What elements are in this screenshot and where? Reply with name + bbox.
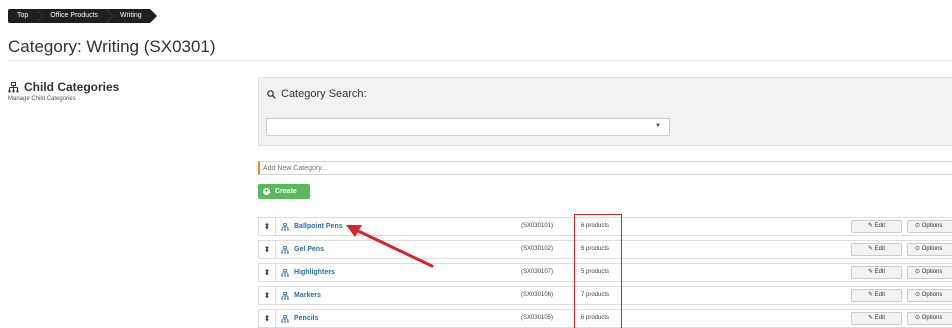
edit-button[interactable]: ✎ Edit xyxy=(851,289,902,302)
edit-button[interactable]: ✎ Edit xyxy=(851,243,902,256)
drag-handle-icon[interactable]: ⬍ xyxy=(259,310,276,327)
edit-button-label: Edit xyxy=(874,292,886,298)
options-icon: ⊙ xyxy=(915,292,921,298)
category-search-title: Category Search: xyxy=(281,88,367,100)
title-divider xyxy=(8,60,952,61)
options-icon: ⊙ xyxy=(915,223,921,229)
sitemap-icon xyxy=(281,245,289,254)
drag-handle-icon[interactable]: ⬍ xyxy=(259,264,276,281)
drag-handle-icon[interactable]: ⬍ xyxy=(259,218,276,235)
options-button[interactable]: ⊙ Options xyxy=(907,243,952,256)
sitemap-icon xyxy=(281,314,289,323)
category-name: Ballpoint Pens xyxy=(294,223,343,230)
category-link[interactable]: Ballpoint Pens xyxy=(281,218,343,235)
pencil-icon: ✎ xyxy=(867,315,873,321)
annotation-arrow-icon xyxy=(346,225,434,268)
options-button[interactable]: ⊙ Options xyxy=(907,289,952,302)
add-category-input[interactable] xyxy=(258,161,952,175)
category-link[interactable]: Highlighters xyxy=(281,264,335,281)
options-icon: ⊙ xyxy=(915,269,921,275)
options-icon: ⊙ xyxy=(915,246,921,252)
pencil-icon: ✎ xyxy=(867,292,873,298)
drag-handle-icon[interactable]: ⬍ xyxy=(259,241,276,258)
edit-button-label: Edit xyxy=(874,246,886,252)
sitemap-icon xyxy=(8,81,19,92)
options-button[interactable]: ⊙ Options xyxy=(907,220,952,233)
options-button[interactable]: ⊙ Options xyxy=(907,312,952,325)
child-categories-title: Child Categories xyxy=(24,80,120,94)
pencil-icon: ✎ xyxy=(867,246,873,252)
category-code: (SX030105) xyxy=(521,315,554,321)
options-button-label: Options xyxy=(921,292,943,298)
edit-button[interactable]: ✎ Edit xyxy=(851,220,902,233)
sitemap-icon xyxy=(281,291,289,300)
category-search-select[interactable]: ▼ xyxy=(266,118,670,136)
search-icon xyxy=(267,89,276,99)
category-code: (SX030101) xyxy=(521,223,554,229)
category-code: (SX030107) xyxy=(521,269,554,275)
plus-circle-icon: + xyxy=(263,188,270,195)
category-name: Pencils xyxy=(294,315,319,322)
category-code: (SX030102) xyxy=(521,246,554,252)
category-link[interactable]: Gel Pens xyxy=(281,241,324,258)
edit-button-label: Edit xyxy=(874,315,886,321)
breadcrumb-office-products[interactable]: Office Products xyxy=(36,9,113,23)
category-link[interactable]: Markers xyxy=(281,287,321,304)
create-button[interactable]: + Create xyxy=(258,184,310,199)
pencil-icon: ✎ xyxy=(867,269,873,275)
options-button-label: Options xyxy=(921,269,943,275)
edit-button[interactable]: ✎ Edit xyxy=(851,266,902,279)
options-button-label: Options xyxy=(921,246,943,252)
options-button[interactable]: ⊙ Options xyxy=(907,266,952,279)
options-button-label: Options xyxy=(921,315,943,321)
create-button-label: Create xyxy=(275,188,297,195)
child-categories-heading: Child Categories xyxy=(8,80,119,94)
child-categories-subtitle: Manage Child Categories xyxy=(8,96,76,102)
product-count-highlight xyxy=(574,214,622,328)
category-name: Highlighters xyxy=(294,269,335,276)
edit-button-label: Edit xyxy=(874,223,886,229)
page-title: Category: Writing (SX0301) xyxy=(8,37,216,56)
breadcrumb: Top Office Products Writing xyxy=(8,9,157,23)
caret-down-icon: ▼ xyxy=(655,123,661,129)
sitemap-icon xyxy=(281,268,289,277)
category-link[interactable]: Pencils xyxy=(281,310,319,327)
pencil-icon: ✎ xyxy=(867,223,873,229)
category-search-panel: Category Search: ▼ xyxy=(258,77,952,146)
options-button-label: Options xyxy=(921,223,943,229)
edit-button-label: Edit xyxy=(874,269,886,275)
drag-handle-icon[interactable]: ⬍ xyxy=(259,287,276,304)
breadcrumb-writing[interactable]: Writing xyxy=(106,9,157,23)
edit-button[interactable]: ✎ Edit xyxy=(851,312,902,325)
category-code: (SX030106) xyxy=(521,292,554,298)
category-name: Gel Pens xyxy=(294,246,324,253)
category-name: Markers xyxy=(294,292,321,299)
options-icon: ⊙ xyxy=(915,315,921,321)
breadcrumb-top[interactable]: Top xyxy=(8,9,44,23)
category-search-heading: Category Search: xyxy=(267,88,367,100)
sitemap-icon xyxy=(281,222,289,231)
